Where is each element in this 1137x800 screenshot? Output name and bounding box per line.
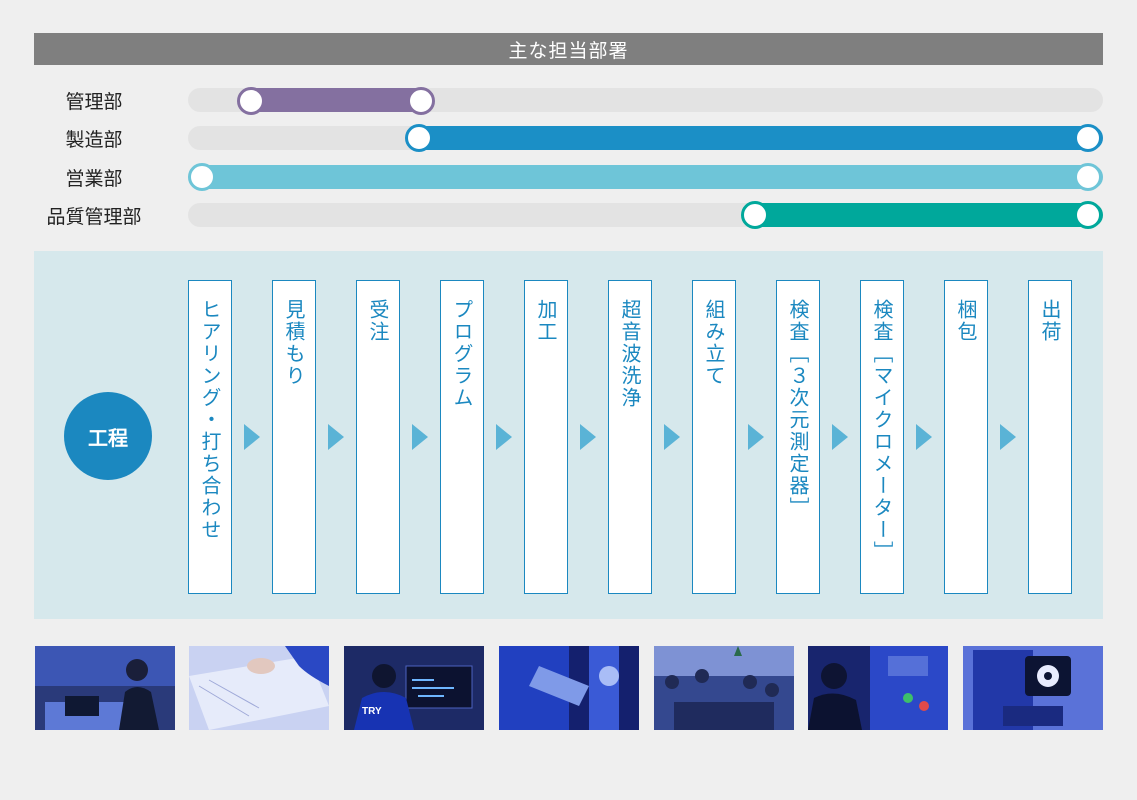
step-label: 出荷 xyxy=(1038,299,1062,343)
arrow-right-icon xyxy=(244,424,260,450)
dept-row-kanri: 管理部 xyxy=(34,84,1106,116)
section-title: 主な担当部署 xyxy=(508,39,629,62)
dept-range-bar xyxy=(756,203,1103,227)
programming-workstation-photo: TRY xyxy=(344,646,484,730)
section-header: 主な担当部署 xyxy=(34,33,1103,65)
measuring-instrument-photo xyxy=(963,646,1103,730)
range-start-handle xyxy=(237,87,265,115)
dept-row-hinshitsu: 品質管理部 xyxy=(34,199,1106,231)
arrow-right-icon xyxy=(1000,424,1016,450)
process-step: 検査［３次元測定器］ xyxy=(776,280,820,594)
range-start-handle xyxy=(188,163,216,191)
dept-label: 営業部 xyxy=(65,167,123,190)
process-panel: 工程 ヒアリング・打ち合わせ 見積もり 受注 プログラム 加工 超音波洗浄 組み… xyxy=(34,251,1103,619)
arrow-right-icon xyxy=(496,424,512,450)
process-badge: 工程 xyxy=(64,392,152,480)
process-label: 工程 xyxy=(88,425,128,450)
arrow-right-icon xyxy=(664,424,680,450)
dept-label: 品質管理部 xyxy=(46,205,142,228)
dept-range-bar xyxy=(202,165,1103,189)
process-step: ヒアリング・打ち合わせ xyxy=(188,280,232,594)
dept-range-bar xyxy=(251,88,421,112)
process-step: 出荷 xyxy=(1028,280,1072,594)
range-end-handle xyxy=(1074,124,1102,152)
process-step: 超音波洗浄 xyxy=(608,280,652,594)
process-step: 梱包 xyxy=(944,280,988,594)
arrow-right-icon xyxy=(748,424,764,450)
step-label: 超音波洗浄 xyxy=(618,299,642,409)
step-label: 見積もり xyxy=(282,299,306,387)
range-start-handle xyxy=(405,124,433,152)
process-step: プログラム xyxy=(440,280,484,594)
step-label: 検査［３次元測定器］ xyxy=(786,299,810,519)
dept-row-seizou: 製造部 xyxy=(34,122,1106,154)
process-step: 検査［マイクロメーター］ xyxy=(860,280,904,594)
machining-photo xyxy=(499,646,639,730)
step-label: 組み立て xyxy=(702,299,726,387)
svg-text:TRY: TRY xyxy=(362,706,382,717)
process-step: 見積もり xyxy=(272,280,316,594)
range-start-handle xyxy=(741,201,769,229)
arrow-right-icon xyxy=(328,424,344,450)
range-end-handle xyxy=(407,87,435,115)
machine-operator-photo xyxy=(808,646,948,730)
process-step: 受注 xyxy=(356,280,400,594)
document-handover-photo xyxy=(189,646,329,730)
department-process-infographic: 主な担当部署 管理部 製造部 営業部 品質管理部 工程 ヒアリング・打ち合わせ … xyxy=(0,0,1137,800)
step-label: 受注 xyxy=(366,299,390,343)
office-phone-call-photo xyxy=(35,646,175,730)
step-label: 梱包 xyxy=(954,299,978,343)
dept-range-bar xyxy=(420,126,1103,150)
range-end-handle xyxy=(1074,201,1102,229)
dept-label: 管理部 xyxy=(65,90,123,113)
step-label: ヒアリング・打ち合わせ xyxy=(198,299,222,541)
process-step: 加工 xyxy=(524,280,568,594)
step-label: プログラム xyxy=(450,299,474,409)
arrow-right-icon xyxy=(412,424,428,450)
process-step: 組み立て xyxy=(692,280,736,594)
step-label: 検査［マイクロメーター］ xyxy=(870,299,894,563)
dept-label: 製造部 xyxy=(65,128,123,151)
arrow-right-icon xyxy=(916,424,932,450)
dept-row-eigyou: 営業部 xyxy=(34,161,1106,193)
arrow-right-icon xyxy=(832,424,848,450)
arrow-right-icon xyxy=(580,424,596,450)
step-label: 加工 xyxy=(534,299,558,343)
range-end-handle xyxy=(1074,163,1102,191)
meeting-photo xyxy=(654,646,794,730)
